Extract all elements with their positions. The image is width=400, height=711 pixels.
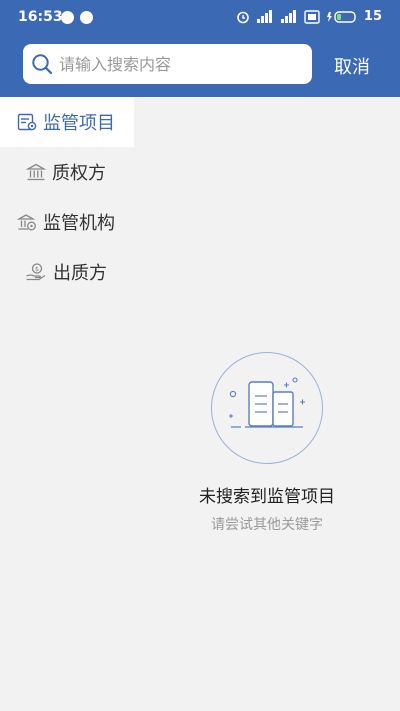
sim-icon (304, 9, 320, 24)
status-indicators: 15 (236, 9, 382, 24)
category-label: 出质方 (53, 263, 107, 284)
cancel-button[interactable]: 取消 (334, 53, 370, 79)
category-item-project[interactable]: 监管项目 (0, 97, 134, 147)
empty-title: 未搜索到监管项目 (199, 487, 335, 507)
search-input[interactable] (59, 54, 299, 74)
app-header: 16:53 15 取消 (0, 0, 400, 97)
building-icon (229, 377, 305, 428)
category-label: 监管机构 (43, 213, 115, 234)
pledgor-icon: $ (26, 263, 46, 281)
alarm-icon (237, 11, 249, 23)
message-icon (61, 11, 74, 24)
project-icon (17, 113, 37, 131)
search-box[interactable] (23, 44, 312, 84)
category-label: 质权方 (52, 163, 106, 184)
empty-illustration (211, 352, 323, 464)
svg-text:$: $ (35, 265, 39, 273)
empty-state: 未搜索到监管项目 请尝试其他关键字 (134, 352, 400, 534)
signal-icon (280, 10, 296, 23)
battery-level: 15 (363, 9, 382, 24)
empty-subtitle: 请尝试其他关键字 (211, 517, 323, 533)
bank-icon (26, 163, 46, 181)
media-icon (80, 11, 93, 24)
institution-icon (17, 214, 36, 231)
category-item-institution[interactable]: 监管机构 (0, 197, 134, 247)
category-item-pledgor[interactable]: $ 出质方 (0, 247, 134, 297)
category-sidebar: 监管项目 质权方 监管机构 $ 出质方 (0, 97, 134, 297)
status-time: 16:53 (18, 9, 63, 25)
status-bar: 16:53 15 (0, 0, 400, 36)
category-label: 监管项目 (43, 113, 115, 134)
search-bar: 取消 (0, 44, 400, 84)
search-icon (32, 54, 53, 75)
battery-icon (326, 10, 356, 23)
signal-icon (256, 10, 272, 23)
category-item-pledgee[interactable]: 质权方 (0, 147, 134, 197)
